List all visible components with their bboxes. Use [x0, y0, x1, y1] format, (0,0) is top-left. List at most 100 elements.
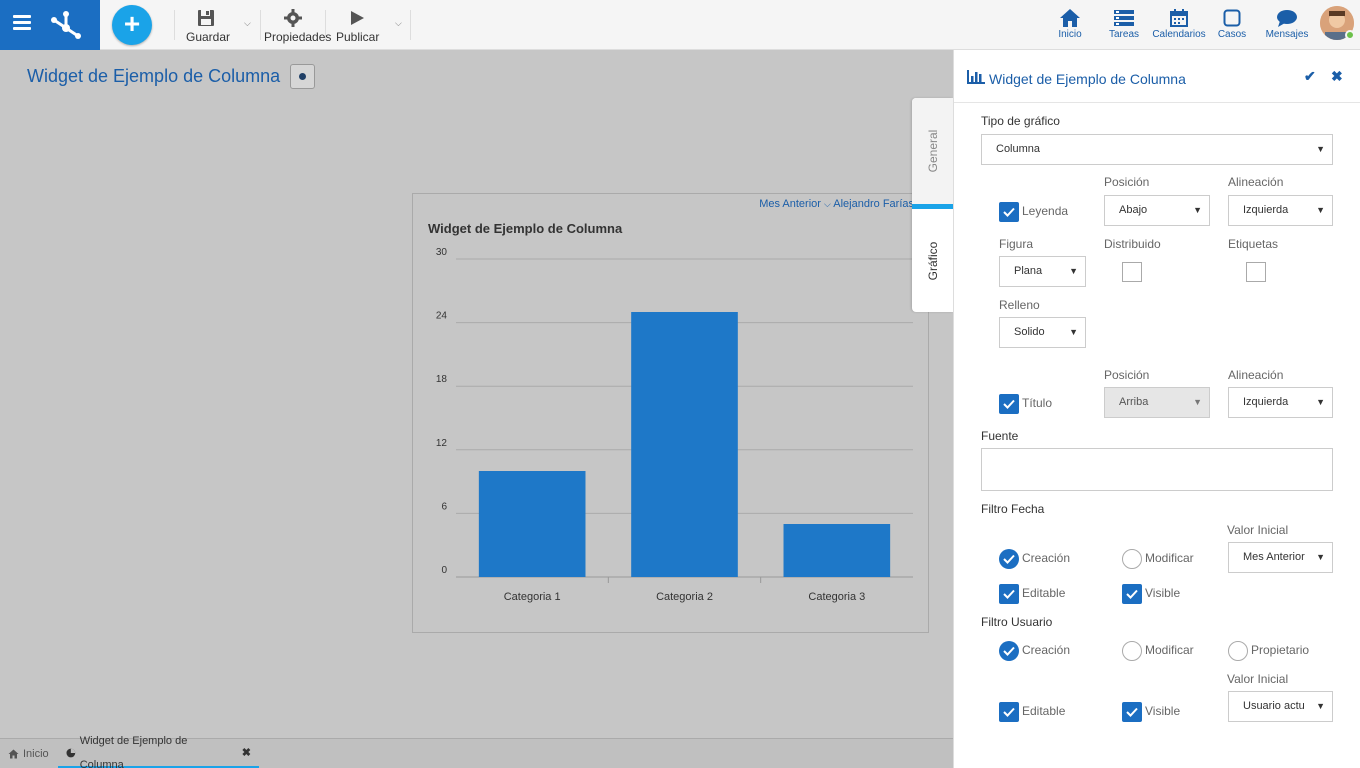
close-icon[interactable]: ✖: [242, 741, 251, 765]
cases-icon: [1223, 9, 1241, 27]
publish-label: Publicar: [336, 30, 380, 44]
source-label: Fuente: [981, 429, 1019, 443]
check-icon: [1126, 707, 1138, 717]
save-label: Guardar: [186, 30, 231, 44]
figure-select[interactable]: Plana ▼: [999, 256, 1086, 287]
panel-title: Widget de Ejemplo de Columna: [989, 71, 1186, 87]
title-alignment-value: Izquierda: [1243, 396, 1289, 408]
bottom-tab-current[interactable]: Widget de Ejemplo de Columna ✖: [58, 735, 259, 768]
tab-general-label: General: [925, 129, 940, 173]
dropdown-arrow-icon: ▼: [1193, 397, 1202, 407]
date-visible-checkbox[interactable]: [1122, 584, 1142, 604]
dot-icon: [299, 73, 306, 80]
check-icon: [1003, 646, 1015, 656]
nav-tasks[interactable]: Tareas: [1108, 7, 1140, 40]
user-creation-radio[interactable]: [999, 641, 1019, 661]
legend-label: Leyenda: [1022, 204, 1069, 218]
y-tick-label: 18: [436, 374, 448, 385]
y-tick-label: 12: [436, 438, 448, 449]
user-owner-label: Propietario: [1251, 643, 1310, 657]
dropdown-arrow-icon: ▼: [1316, 397, 1325, 407]
dropdown-arrow-icon: ▼: [1316, 552, 1325, 562]
user-modify-radio[interactable]: [1122, 641, 1142, 661]
title-position-label: Posición: [1104, 368, 1150, 382]
dropdown-arrow-icon: ▼: [1193, 205, 1202, 215]
bar: [631, 312, 738, 577]
source-input[interactable]: [981, 448, 1333, 491]
date-modify-label: Modificar: [1145, 551, 1194, 565]
chat-icon: [1277, 10, 1297, 27]
publish-button[interactable]: Publicar: [336, 8, 379, 44]
user-modify-label: Modificar: [1145, 643, 1194, 657]
save-dropdown-chevron-icon[interactable]: ⌵: [244, 18, 251, 29]
legend-alignment-select[interactable]: Izquierda ▼: [1228, 195, 1333, 226]
properties-label: Propiedades: [264, 30, 332, 44]
user-owner-radio[interactable]: [1228, 641, 1248, 661]
title-alignment-select[interactable]: Izquierda ▼: [1228, 387, 1333, 418]
user-visible-checkbox[interactable]: [1122, 702, 1142, 722]
x-tick-label: Categoria 3: [808, 591, 865, 603]
legend-position-select[interactable]: Abajo ▼: [1104, 195, 1210, 226]
dropdown-arrow-icon: ▼: [1316, 144, 1325, 154]
bar: [478, 471, 586, 577]
legend-alignment-value: Izquierda: [1243, 204, 1289, 216]
record-button[interactable]: [290, 64, 315, 89]
user-initial-select[interactable]: Usuario actu ▼: [1228, 691, 1333, 722]
tab-chart[interactable]: Gráfico: [912, 209, 953, 312]
nav-cases[interactable]: Casos: [1217, 7, 1247, 40]
x-tick-label: Categoria 2: [656, 591, 713, 603]
legend-checkbox[interactable]: [999, 202, 1019, 222]
date-creation-label: Creación: [1022, 551, 1071, 565]
home-icon: [8, 749, 19, 759]
bottom-tab-home-label: Inicio: [23, 748, 49, 760]
date-editable-checkbox[interactable]: [999, 584, 1019, 604]
chart-type-select[interactable]: Columna ▼: [981, 134, 1333, 165]
user-editable-label: Editable: [1022, 704, 1066, 718]
y-tick-label: 0: [441, 565, 447, 576]
date-initial-select[interactable]: Mes Anterior ▼: [1228, 542, 1333, 573]
toolbar-divider: [260, 10, 261, 40]
dropdown-arrow-icon: ▼: [1316, 701, 1325, 711]
labels-checkbox[interactable]: [1246, 262, 1266, 282]
column-chart-widget: Mes Anterior ⌵ Alejandro Farías Widget d…: [412, 193, 929, 633]
nav-messages[interactable]: Mensajes: [1264, 7, 1310, 40]
user-initial-value: Usuario actu: [1243, 700, 1305, 712]
toolbar-divider: [410, 10, 411, 40]
home-icon: [1060, 9, 1080, 27]
distributed-checkbox[interactable]: [1122, 262, 1142, 282]
gear-icon: [284, 9, 302, 27]
date-visible-label: Visible: [1145, 586, 1181, 600]
hamburger-menu-icon[interactable]: [13, 15, 31, 31]
nav-messages-label: Mensajes: [1265, 29, 1309, 40]
y-tick-label: 6: [441, 501, 447, 512]
vertical-tabs: General Gráfico: [912, 98, 953, 312]
fill-label: Relleno: [999, 298, 1040, 312]
tab-general[interactable]: General: [912, 98, 953, 204]
fill-select[interactable]: Solido ▼: [999, 317, 1086, 348]
date-creation-radio[interactable]: [999, 549, 1019, 569]
online-status-icon: [1345, 30, 1355, 40]
confirm-check-icon[interactable]: ✔: [1304, 68, 1316, 85]
add-button[interactable]: +: [112, 5, 152, 45]
user-visible-label: Visible: [1145, 704, 1181, 718]
properties-button[interactable]: Propiedades: [264, 8, 331, 44]
bottom-tab-bar: Inicio Widget de Ejemplo de Columna ✖: [0, 735, 953, 768]
user-initial-label: Valor Inicial: [1227, 672, 1289, 686]
tasks-icon: [1114, 10, 1134, 26]
nav-calendars[interactable]: Calendarios: [1151, 7, 1207, 40]
figure-value: Plana: [1014, 265, 1043, 277]
title-checkbox[interactable]: [999, 394, 1019, 414]
save-button[interactable]: Guardar: [186, 8, 230, 44]
save-icon: [198, 10, 214, 26]
title-position-select[interactable]: Arriba ▼: [1104, 387, 1210, 418]
publish-dropdown-chevron-icon[interactable]: ⌵: [395, 18, 402, 29]
title-alignment-label: Alineación: [1228, 368, 1284, 382]
close-icon[interactable]: ✖: [1331, 68, 1343, 85]
bottom-tab-home[interactable]: Inicio: [0, 739, 57, 768]
nav-home[interactable]: Inicio: [1055, 7, 1085, 40]
check-icon: [1003, 207, 1015, 217]
date-modify-radio[interactable]: [1122, 549, 1142, 569]
column-chart: 0 6 12 18 24 30 Categoria 1 Categoria 2 Categori…: [436, 247, 913, 603]
properties-panel: Widget de Ejemplo de Columna ✔ ✖ Tipo de…: [953, 50, 1360, 768]
user-editable-checkbox[interactable]: [999, 702, 1019, 722]
